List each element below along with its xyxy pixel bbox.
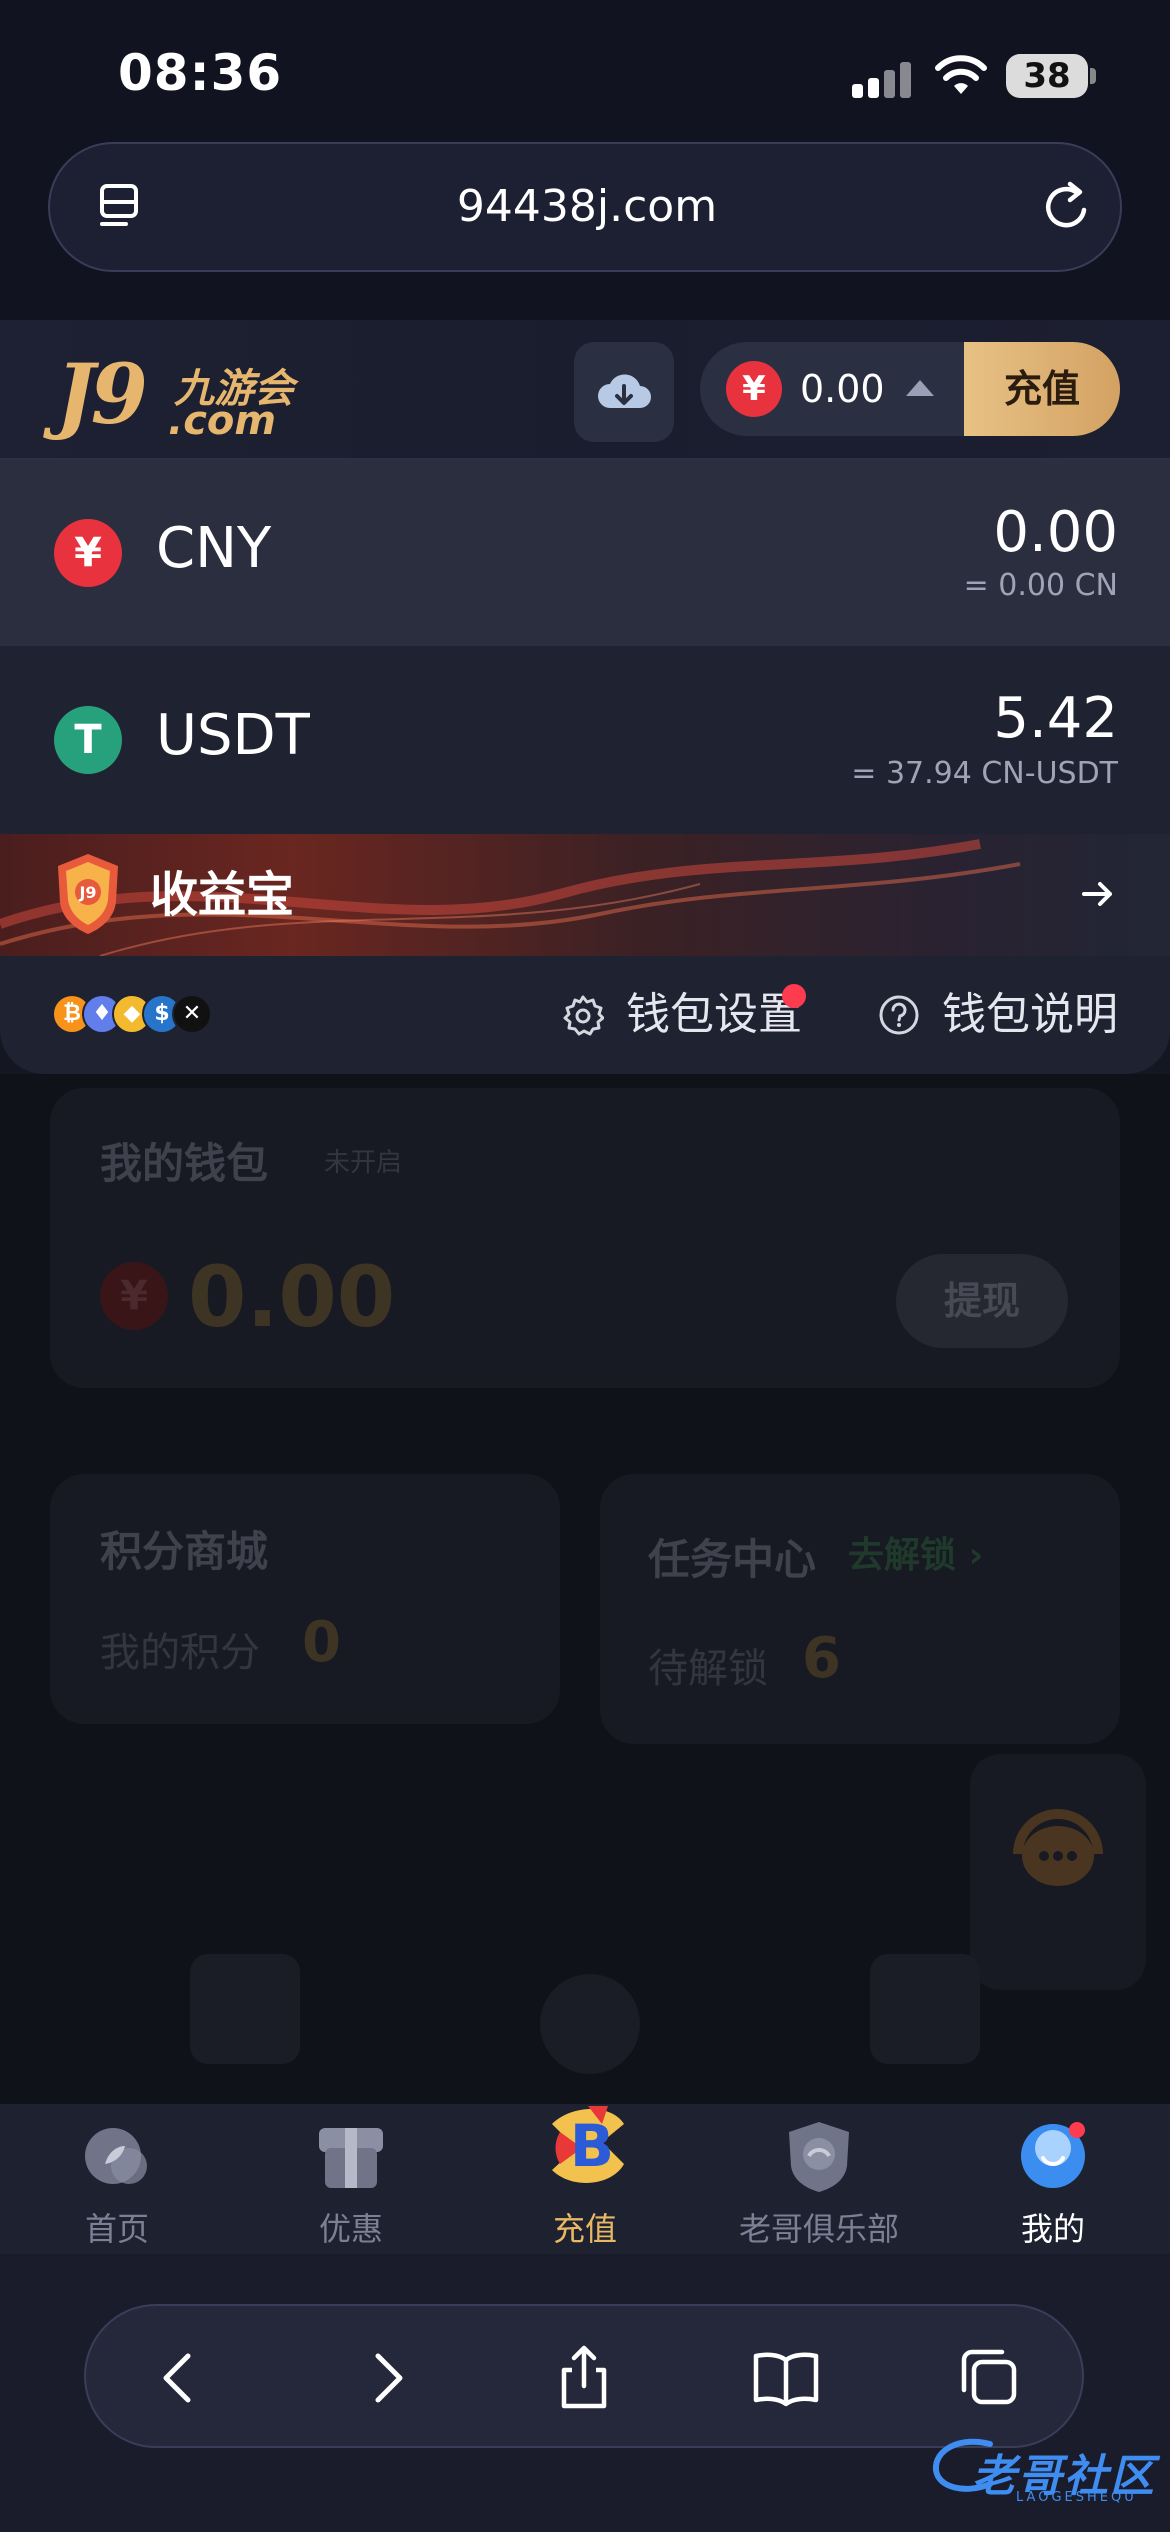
currency-converted: = 37.94 CN-USDT (851, 756, 1118, 791)
share-icon[interactable] (548, 2342, 620, 2414)
tasks-label: 待解锁 (648, 1646, 768, 1692)
gear-icon (563, 995, 604, 1036)
club-icon (789, 2122, 849, 2192)
poker-shortcut-icon (540, 1974, 640, 2074)
currency-row-usdt[interactable]: T USDT 5.42 = 37.94 CN-USDT (0, 646, 1170, 834)
watermark-subtext: LAOGESHEQU (1016, 2490, 1137, 2505)
shouyibao-banner[interactable]: J9 收益宝 (0, 834, 1170, 956)
wallet-dropdown-panel: ¥ CNY 0.00 = 0.00 CN T USDT 5.42 = 37.94… (0, 460, 1170, 1074)
points-mall-card: 积分商城 我的积分 0 (50, 1474, 560, 1724)
exchange-shortcut-icon (870, 1954, 980, 2064)
status-time: 08:36 (118, 44, 283, 102)
status-bar: 08:36 38 (0, 0, 1170, 140)
caret-up-icon[interactable] (906, 380, 934, 396)
usdt-coin-icon: T (54, 706, 122, 774)
profile-icon (1021, 2122, 1085, 2188)
reload-icon[interactable] (1040, 180, 1094, 234)
yen-coin-icon: ¥ (726, 361, 782, 417)
supported-coins-strip: ₿ ♦ ◆ $ ✕ (52, 994, 222, 1036)
recharge-icon: B (552, 2106, 624, 2183)
support-chat-button (970, 1754, 1146, 1990)
back-icon[interactable] (144, 2342, 216, 2414)
bottom-tab-bar: 首页 优惠 B 充值 老哥俱乐部 我的 (0, 2104, 1170, 2254)
forward-icon[interactable] (350, 2342, 422, 2414)
task-center-card: 任务中心 去解锁 › 待解锁 6 (600, 1474, 1120, 1744)
wallet-shortcut-icon (190, 1954, 300, 2064)
tab-label: 首页 (84, 2210, 149, 2248)
wallet-yen-icon: ¥ (100, 1262, 168, 1330)
wallet-help-label: 钱包说明 (942, 989, 1118, 1040)
battery-indicator: 38 (1006, 54, 1088, 98)
tasks-value: 6 (802, 1626, 841, 1691)
cny-coin-icon: ¥ (54, 519, 122, 587)
url-text[interactable]: 94438j.com (50, 144, 1124, 270)
background-page-dimmed: 我的钱包 未开启 ¥ 0.00 提现 积分商城 我的积分 0 任务中心 去解锁 … (0, 1074, 1170, 2104)
download-app-button[interactable] (574, 342, 674, 442)
x-coin-icon: ✕ (172, 994, 212, 1034)
address-bar[interactable]: 94438j.com (48, 142, 1122, 272)
cellular-signal-icon (852, 58, 912, 98)
tab-label: 优惠 (318, 2210, 383, 2248)
gift-icon (319, 2128, 383, 2188)
balance-amount: 0.00 (800, 367, 885, 411)
wifi-icon (935, 55, 987, 94)
bookmarks-icon[interactable] (750, 2342, 822, 2414)
headset-chat-icon (1013, 1809, 1103, 1886)
battery-tip (1090, 68, 1096, 84)
currency-name: CNY (156, 516, 272, 581)
wallet-status: 未开启 (324, 1148, 403, 1178)
tab-label: 充值 (552, 2210, 617, 2248)
logo-com-text: .com (168, 398, 277, 444)
tab-me[interactable]: 我的 (936, 2104, 1170, 2254)
tab-promotions[interactable]: 优惠 (234, 2104, 468, 2254)
svg-text:B: B (570, 2112, 614, 2180)
recharge-button[interactable]: 充值 (964, 342, 1120, 436)
tabs-overview-icon[interactable] (952, 2342, 1024, 2414)
logo-j9-text: J9 (56, 347, 148, 443)
points-mall-title: 积分商城 (100, 1527, 269, 1576)
arrow-right-icon[interactable] (1078, 874, 1118, 914)
wallet-amount: 0.00 (188, 1248, 396, 1346)
unlock-link: 去解锁 › (848, 1535, 984, 1576)
notification-dot (782, 984, 806, 1008)
wallet-panel-footer: ₿ ♦ ◆ $ ✕ 钱包设置 钱包说明 (0, 956, 1170, 1074)
currency-row-cny[interactable]: ¥ CNY 0.00 = 0.00 CN (0, 460, 1170, 646)
currency-amount: 0.00 (993, 500, 1118, 565)
tab-label: 我的 (1020, 2210, 1085, 2248)
withdraw-button: 提现 (896, 1254, 1068, 1348)
currency-converted: = 0.00 CN (963, 568, 1118, 603)
points-value: 0 (302, 1610, 341, 1675)
cloud-download-icon (598, 374, 651, 408)
currency-amount: 5.42 (993, 686, 1118, 751)
currency-name: USDT (156, 703, 310, 768)
browser-toolbar-pill (84, 2304, 1084, 2448)
tab-recharge[interactable]: B 充值 (468, 2104, 702, 2254)
j9-logo[interactable]: J9 九游会 .com (56, 347, 316, 444)
balance-pill[interactable]: ¥ 0.00 充值 (700, 342, 1120, 436)
svg-text:J9: J9 (78, 883, 96, 902)
question-circle-icon (879, 995, 919, 1035)
tab-label: 老哥俱乐部 (738, 2210, 899, 2248)
watermark-logo: 老哥社区 LAOGESHEQU (930, 2430, 1160, 2510)
app-header: J9 九游会 .com ¥ 0.00 充值 (0, 320, 1170, 460)
shouyibao-label: 收益宝 (150, 867, 295, 923)
task-center-title: 任务中心 (648, 1535, 817, 1584)
tab-club[interactable]: 老哥俱乐部 (702, 2104, 936, 2254)
wallet-settings-label: 钱包设置 (626, 989, 802, 1040)
tab-home[interactable]: 首页 (0, 2104, 234, 2254)
my-wallet-card: 我的钱包 未开启 ¥ 0.00 提现 (50, 1088, 1120, 1388)
home-icon (85, 2128, 147, 2184)
shield-j9-icon: J9 (58, 854, 118, 934)
my-wallet-title: 我的钱包 (100, 1139, 269, 1188)
points-label: 我的积分 (100, 1630, 260, 1676)
